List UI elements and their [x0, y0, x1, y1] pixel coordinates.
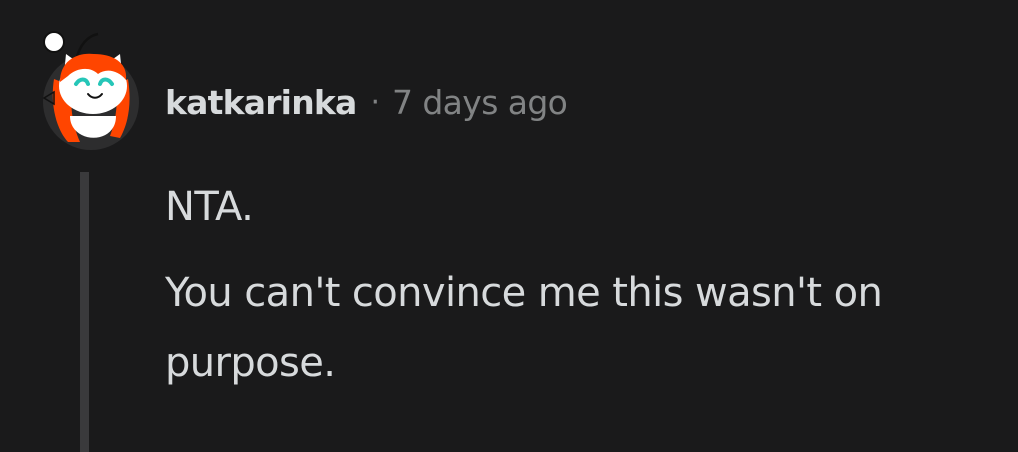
comment-paragraph: NTA. [165, 184, 254, 230]
thread-collapse-line[interactable] [80, 172, 89, 452]
snoo-avatar-icon[interactable] [36, 24, 146, 150]
author-username[interactable]: katkarinka [165, 83, 357, 122]
comment-body: NTA. You can't convince me this wasn't o… [165, 172, 1005, 414]
comment-timestamp[interactable]: 7 days ago [392, 83, 568, 122]
comment-meta: katkarinka · 7 days ago [165, 80, 568, 124]
comment-paragraph: You can't convince me this wasn't on pur… [165, 270, 883, 386]
comment: katkarinka · 7 days ago NTA. You can't c… [0, 0, 1018, 452]
meta-separator: · [370, 84, 381, 120]
